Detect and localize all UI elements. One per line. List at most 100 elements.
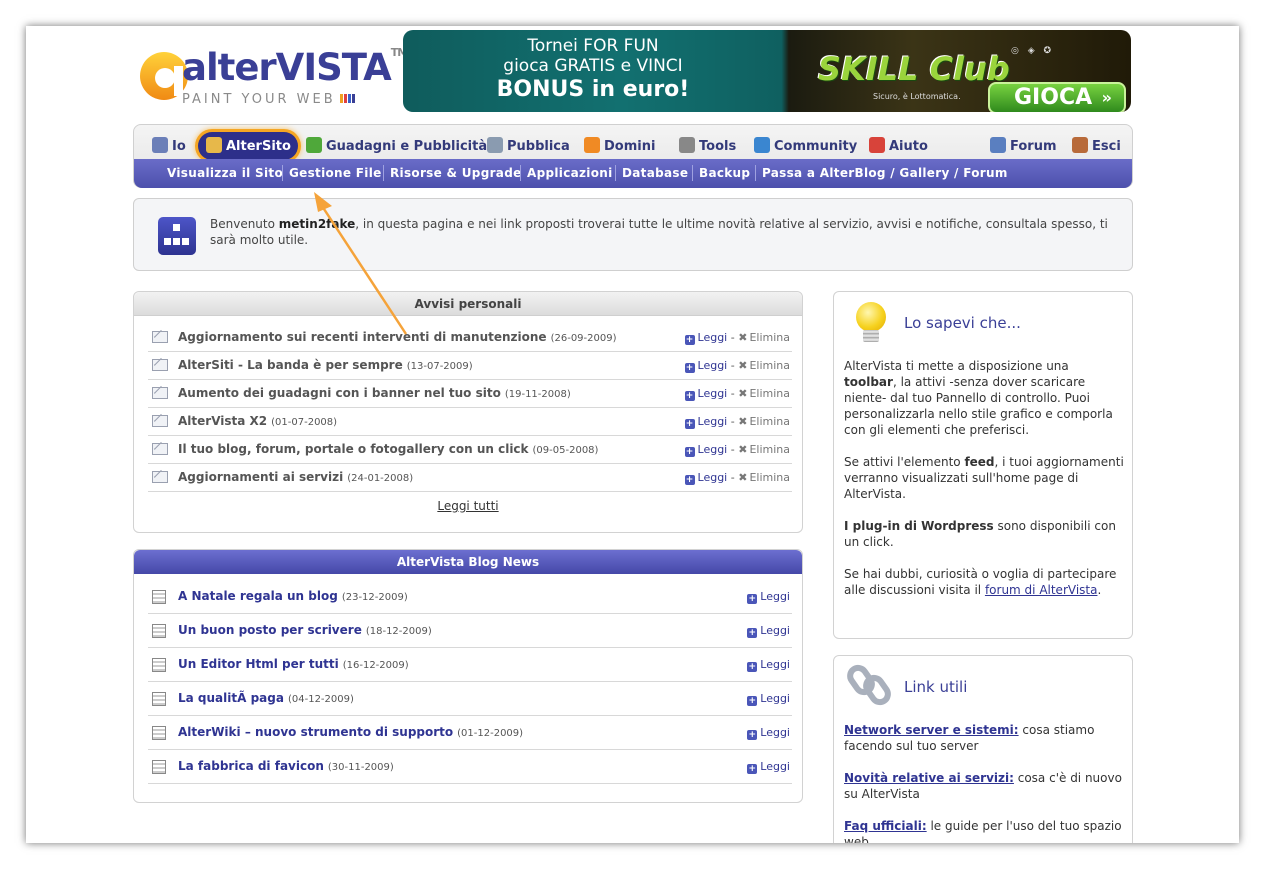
subnav-item[interactable]: Gestione File — [289, 166, 382, 180]
useful-link[interactable]: Network server e sistemi: — [844, 723, 1019, 737]
notice-actions: + Leggi - ✖ Elimina — [684, 415, 790, 429]
subnav-item[interactable]: Passa a AlterBlog / Gallery / Forum — [762, 166, 1008, 180]
read-link[interactable]: Leggi — [760, 692, 790, 705]
document-icon — [152, 658, 166, 672]
notice-actions: + Leggi - ✖ Elimina — [684, 359, 790, 373]
read-link[interactable]: Leggi — [698, 415, 728, 428]
blog-actions: + Leggi — [747, 726, 790, 740]
separator: - — [730, 387, 735, 400]
username: metin2fake — [278, 217, 356, 231]
delete-link[interactable]: Elimina — [749, 359, 790, 372]
delete-link[interactable]: Elimina — [749, 331, 790, 344]
notice-date: (26-09-2009) — [550, 333, 617, 344]
page-frame: alterVISTATM PAINT YOUR WEB Tornei FOR F… — [26, 26, 1239, 843]
blog-row: La qualitÃ paga (04-12-2009) + Leggi — [148, 682, 792, 716]
box-title: AlterVista Blog News — [134, 550, 802, 574]
notice-title[interactable]: Il tuo blog, forum, portale o fotogaller… — [178, 442, 598, 456]
blog-post-date: (18-12-2009) — [365, 626, 432, 637]
subnav-item[interactable]: Visualizza il Sito — [167, 166, 283, 180]
document-icon — [152, 760, 166, 774]
useful-links-list: Network server e sistemi: cosa stiamo fa… — [844, 722, 1124, 843]
useful-link[interactable]: Novità relative ai servizi: — [844, 771, 1014, 785]
read-link[interactable]: Leggi — [698, 331, 728, 344]
logo-tagline: PAINT YOUR WEB — [182, 92, 356, 107]
plus-icon: + — [684, 475, 695, 485]
read-link[interactable]: Leggi — [760, 726, 790, 739]
separator: - — [730, 471, 735, 484]
nav-item-label: Tools — [699, 139, 737, 154]
main-nav: Io AlterSito Guadagni e Pubblicità Pubblica… — [133, 124, 1133, 188]
delete-link[interactable]: Elimina — [749, 471, 790, 484]
useful-link[interactable]: Faq ufficiali: — [844, 819, 927, 833]
notice-title[interactable]: AlterSiti - La banda è per sempre (13-07-… — [178, 358, 473, 372]
blog-post-title[interactable]: AlterWiki – nuovo strumento di supporto(… — [178, 725, 523, 739]
subnav-item[interactable]: Risorse & Upgrade — [390, 166, 522, 180]
notice-title[interactable]: Aggiornamento sui recenti interventi di … — [178, 330, 617, 344]
delete-x-icon: ✖ — [738, 359, 748, 372]
nav-item-tools[interactable]: Tools — [679, 137, 736, 154]
blog-row: AlterWiki – nuovo strumento di supporto(… — [148, 716, 792, 750]
forum-link[interactable]: forum di AlterVista — [985, 583, 1098, 597]
notice-actions: + Leggi - ✖ Elimina — [684, 387, 790, 401]
envelope-icon — [152, 331, 168, 343]
subnav-item[interactable]: Database — [622, 166, 688, 180]
blog-post-title[interactable]: A Natale regala un blog (23-12-2009) — [178, 589, 408, 603]
read-link[interactable]: Leggi — [698, 387, 728, 400]
notice-row: AlterSiti - La banda è per sempre (13-07-… — [148, 352, 792, 380]
nav-item-pubblica[interactable]: Pubblica — [487, 137, 570, 154]
delete-link[interactable]: Elimina — [749, 415, 790, 428]
altervista-logo[interactable]: alterVISTATM PAINT YOUR WEB — [138, 38, 408, 112]
house-icon — [206, 137, 222, 153]
read-link[interactable]: Leggi — [760, 658, 790, 671]
sub-nav: Visualizza il Sito Gestione File Risorse &… — [134, 159, 1132, 188]
nav-item-altersito[interactable]: AlterSito — [206, 137, 291, 154]
nav-item-esci[interactable]: Esci — [1072, 137, 1121, 154]
notice-title[interactable]: AlterVista X2 (01-07-2008) — [178, 414, 337, 428]
read-link[interactable]: Leggi — [698, 471, 728, 484]
ad-banner[interactable]: Tornei FOR FUN gioca GRATIS e VINCI BONU… — [403, 30, 1131, 112]
plus-icon: + — [747, 696, 758, 706]
read-link[interactable]: Leggi — [760, 590, 790, 603]
separator: - — [730, 443, 735, 456]
read-link[interactable]: Leggi — [698, 443, 728, 456]
blog-post-title[interactable]: La qualitÃ paga (04-12-2009) — [178, 691, 354, 705]
exit-icon — [1072, 137, 1088, 153]
subnav-item[interactable]: Backup — [699, 166, 750, 180]
read-link[interactable]: Leggi — [760, 760, 790, 773]
delete-link[interactable]: Elimina — [749, 443, 790, 456]
notice-actions: + Leggi - ✖ Elimina — [684, 331, 790, 345]
delete-link[interactable]: Elimina — [749, 387, 790, 400]
box-title: Link utili — [904, 678, 968, 696]
envelope-icon — [152, 415, 168, 427]
blog-post-title[interactable]: Un buon posto per scrivere (18-12-2009) — [178, 623, 432, 637]
nav-item-forum[interactable]: Forum — [990, 137, 1057, 154]
banner-partner-logos: ◎ ◈ ✪ — [1011, 46, 1055, 56]
banner-play-button[interactable]: GIOCA» — [988, 82, 1126, 112]
read-all-link[interactable]: Leggi tutti — [134, 499, 802, 513]
nav-item-io[interactable]: Io — [152, 137, 186, 154]
read-link[interactable]: Leggi — [760, 624, 790, 637]
subnav-separator — [520, 165, 521, 181]
read-link[interactable]: Leggi — [698, 359, 728, 372]
blog-post-date: (04-12-2009) — [287, 694, 354, 705]
nav-item-aiuto[interactable]: Aiuto — [869, 137, 928, 154]
nav-item-community[interactable]: Community — [754, 137, 857, 154]
subnav-item[interactable]: Applicazioni — [527, 166, 613, 180]
plus-icon: + — [684, 419, 695, 429]
document-icon — [152, 590, 166, 604]
notice-title[interactable]: Aggiornamenti ai servizi (24-01-2008) — [178, 470, 413, 484]
nav-item-domini[interactable]: Domini — [584, 137, 655, 154]
lightbulb-icon — [854, 302, 888, 348]
plus-icon: + — [747, 764, 758, 774]
blog-row: Un Editor Html per tutti (16-12-2009) + Leg… — [148, 648, 792, 682]
nav-item-label: AlterSito — [226, 139, 291, 154]
nav-item-guadagni[interactable]: Guadagni e Pubblicità — [306, 137, 487, 154]
notice-title[interactable]: Aumento dei guadagni con i banner nel tu… — [178, 386, 571, 400]
logo-text: alterVISTATM — [182, 46, 408, 89]
blog-post-title[interactable]: Un Editor Html per tutti (16-12-2009) — [178, 657, 409, 671]
banner-brand: SKILL Club — [818, 50, 1010, 88]
banner-subtitle: Sicuro, è Lottomatica. — [873, 92, 961, 101]
delete-x-icon: ✖ — [738, 415, 748, 428]
box-title: Avvisi personali — [134, 292, 802, 316]
blog-post-title[interactable]: La fabbrica di favicon (30-11-2009) — [178, 759, 394, 773]
